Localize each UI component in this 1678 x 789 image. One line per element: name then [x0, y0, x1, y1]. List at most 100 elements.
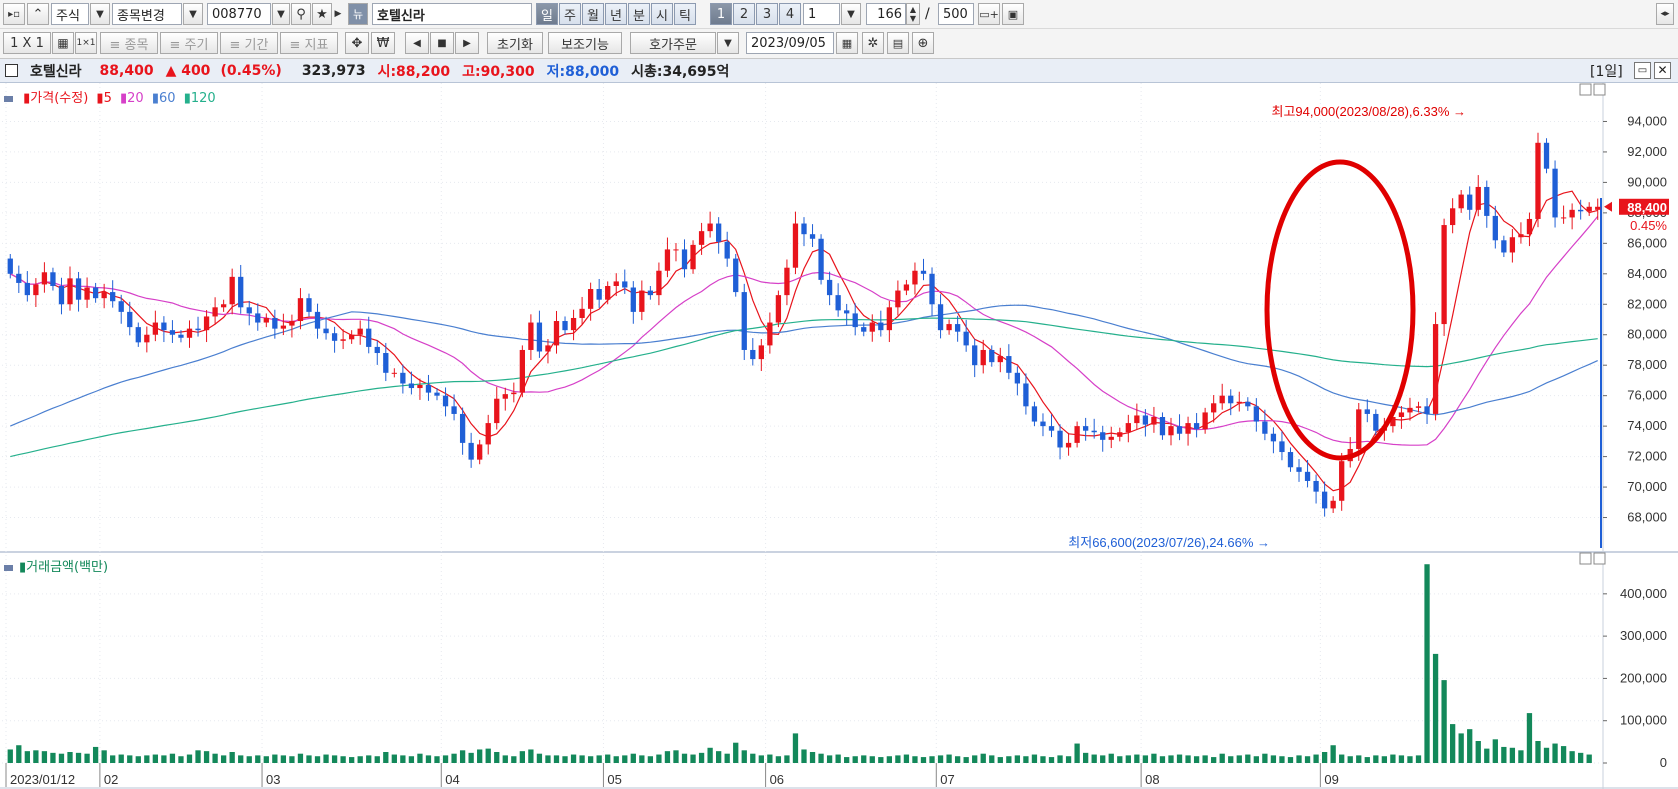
- zoom-button[interactable]: ⊕: [912, 32, 934, 54]
- period-tick-tab[interactable]: 틱: [674, 3, 696, 25]
- panel-toggle-button[interactable]: ▸▫: [3, 3, 25, 25]
- scroll-right-button[interactable]: ▶: [455, 32, 479, 54]
- unit-input[interactable]: 1: [803, 3, 840, 25]
- close-button[interactable]: ✕: [1654, 62, 1671, 79]
- scroll-up-button[interactable]: ⌃: [27, 3, 49, 25]
- volume-bar: [67, 752, 73, 763]
- calendar-button[interactable]: ▦: [836, 32, 858, 54]
- volume-tick-label: 300,000: [1620, 628, 1667, 643]
- stop-button[interactable]: ■: [430, 32, 454, 54]
- single-view-button[interactable]: 1×1: [75, 32, 97, 54]
- period-monthly-tab[interactable]: 월: [582, 3, 604, 25]
- settings-button[interactable]: ✲: [862, 32, 884, 54]
- volume-bar: [1228, 756, 1234, 763]
- market-type-select[interactable]: 주식: [51, 3, 89, 25]
- save-button[interactable]: ▣: [1002, 3, 1024, 25]
- volume-bar: [238, 755, 244, 763]
- volume-bar: [724, 753, 730, 763]
- arrow-right-button[interactable]: ▶: [333, 3, 343, 25]
- price-tick-label: 78,000: [1627, 357, 1667, 372]
- count-separator: /: [925, 6, 930, 22]
- chart-settings-button[interactable]: ▤: [887, 32, 909, 54]
- move-button[interactable]: ✥: [345, 32, 369, 54]
- volume-bar: [1313, 754, 1319, 763]
- quote-order-button[interactable]: 호가주문: [630, 32, 716, 54]
- period-weekly-tab[interactable]: 주: [559, 3, 581, 25]
- cycle-button[interactable]: ≡ 주기: [160, 32, 218, 54]
- stock-change-dropdown-button[interactable]: ▼: [183, 3, 203, 25]
- grid-button[interactable]: ▦: [52, 32, 74, 54]
- count-spinner[interactable]: ▲ ▼: [906, 3, 920, 25]
- volume-bar: [570, 754, 577, 763]
- candle-body: [1270, 433, 1277, 442]
- select-checkbox[interactable]: [5, 64, 18, 77]
- candle-body: [997, 356, 1003, 363]
- period-button[interactable]: ≡ 기간: [220, 32, 278, 54]
- panel-toggle-icon: ▸▫: [8, 8, 20, 20]
- volume-bar: [579, 755, 585, 763]
- candle-body: [826, 279, 833, 296]
- volume-bar: [605, 754, 611, 763]
- candle-body: [1398, 412, 1405, 417]
- reset-button[interactable]: 초기화: [487, 32, 543, 54]
- current-price-label: 88,400: [1627, 200, 1667, 215]
- add-chart-button[interactable]: ▭+: [978, 3, 1000, 25]
- volume-bar: [596, 755, 602, 763]
- candle-body: [1048, 426, 1055, 431]
- search-icon: ⚲: [296, 6, 306, 22]
- number-3-button[interactable]: 3: [756, 3, 778, 25]
- scroll-left-button[interactable]: ◀: [405, 32, 429, 54]
- collapse-panel-button[interactable]: ◂▸: [1656, 3, 1674, 25]
- number-1-button[interactable]: 1: [710, 3, 732, 25]
- volume-bar: [528, 749, 534, 763]
- price-tick-label: 76,000: [1627, 388, 1667, 403]
- candle-body: [1364, 409, 1370, 414]
- favorite-button[interactable]: ★: [312, 3, 332, 25]
- number-4-button[interactable]: 4: [779, 3, 801, 25]
- market-dropdown-button[interactable]: ▼: [90, 3, 110, 25]
- maximize-button[interactable]: ▭: [1634, 62, 1651, 79]
- calendar-icon: ▦: [841, 36, 853, 50]
- aux-function-button[interactable]: 보조기능: [548, 32, 622, 54]
- volume-bar: [792, 733, 799, 763]
- volume-bar: [212, 753, 218, 763]
- volume-bar: [1424, 564, 1430, 763]
- won-button[interactable]: ₩: [371, 32, 395, 54]
- volume-bar: [1236, 755, 1242, 763]
- number-2-button[interactable]: 2: [733, 3, 755, 25]
- period-yearly-tab[interactable]: 년: [605, 3, 627, 25]
- search-button[interactable]: ⚲: [291, 3, 311, 25]
- volume-bar: [1475, 741, 1481, 763]
- volume-bar: [1526, 713, 1533, 763]
- candle-body: [579, 308, 585, 318]
- volume-bar: [1270, 755, 1277, 763]
- total-count-input[interactable]: 500: [938, 3, 974, 25]
- period-minute-tab[interactable]: 분: [628, 3, 650, 25]
- quote-order-dropdown-button[interactable]: ▼: [717, 32, 739, 54]
- period-label: [1일]: [1590, 63, 1623, 80]
- unit-dropdown-button[interactable]: ▼: [841, 3, 861, 25]
- stock-change-select[interactable]: 종목변경: [112, 3, 182, 25]
- candle-body: [519, 349, 525, 393]
- date-input[interactable]: 2023/09/05: [746, 32, 834, 54]
- stock-list-button[interactable]: ≡ 종목: [100, 32, 158, 54]
- news-button[interactable]: 뉴: [348, 3, 368, 25]
- candle-body: [920, 270, 927, 274]
- stock-chart[interactable]: 94,00092,00090,00088,00086,00084,00082,0…: [0, 83, 1678, 789]
- stock-code-input[interactable]: 008770: [207, 3, 271, 25]
- candle-body: [1083, 426, 1089, 431]
- candle-body: [229, 276, 235, 305]
- indicator-button[interactable]: ≡ 지표: [280, 32, 338, 54]
- count-input[interactable]: 166: [866, 3, 906, 25]
- period-time-tab[interactable]: 시: [651, 3, 673, 25]
- dropdown-arrow-icon: ▼: [724, 37, 732, 49]
- layout-button[interactable]: 1 X 1: [3, 32, 51, 54]
- volume-bar: [844, 757, 850, 763]
- spinner-up-icon: ▲: [909, 5, 917, 14]
- volume-bar: [997, 757, 1003, 763]
- volume-bar: [886, 756, 892, 763]
- volume-bar: [664, 751, 671, 763]
- period-daily-tab[interactable]: 일: [536, 3, 558, 25]
- volume-bar: [451, 753, 457, 763]
- code-dropdown-button[interactable]: ▼: [272, 3, 290, 25]
